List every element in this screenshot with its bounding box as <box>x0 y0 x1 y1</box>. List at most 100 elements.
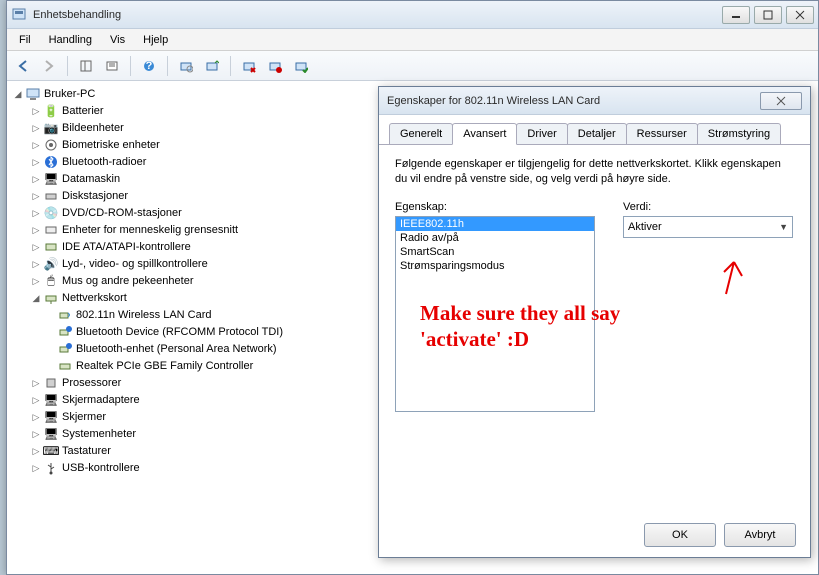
tree-root-label: Bruker-PC <box>44 88 95 100</box>
expand-icon[interactable]: ▷ <box>31 395 41 405</box>
camera-icon: 📷 <box>43 120 59 136</box>
tree-item-label: Lyd-, video- og spillkontrollere <box>62 258 208 270</box>
tab-power[interactable]: Strømstyring <box>697 123 781 144</box>
ide-icon <box>43 239 59 255</box>
tree-child-label: 802.11n Wireless LAN Card <box>76 309 212 321</box>
tree-child-label: Realtek PCIe GBE Family Controller <box>76 360 253 372</box>
display-adapter-icon: 🖥 <box>43 392 59 408</box>
expand-icon[interactable]: ▷ <box>31 463 41 473</box>
expand-icon[interactable]: ▷ <box>31 242 41 252</box>
tree-item-label: Bildeenheter <box>62 122 124 134</box>
usb-icon <box>43 460 59 476</box>
toolbar-separator <box>230 56 231 76</box>
expand-icon[interactable]: ▷ <box>31 123 41 133</box>
expand-icon[interactable]: ▷ <box>31 276 41 286</box>
forward-button[interactable] <box>37 54 61 78</box>
dialog-title: Egenskaper for 802.11n Wireless LAN Card <box>387 95 760 107</box>
audio-icon: 🔊 <box>43 256 59 272</box>
tab-resources[interactable]: Ressurser <box>626 123 698 144</box>
cancel-button[interactable]: Avbryt <box>724 523 796 547</box>
system-device-icon: 🖥 <box>43 426 59 442</box>
tab-advanced[interactable]: Avansert <box>452 123 517 145</box>
minimize-button[interactable] <box>722 6 750 24</box>
tab-body: Følgende egenskaper er tilgjengelig for … <box>379 145 810 424</box>
properties-button[interactable] <box>100 54 124 78</box>
dialog-close-button[interactable] <box>760 92 802 110</box>
hid-icon <box>43 222 59 238</box>
expand-icon[interactable]: ▷ <box>31 259 41 269</box>
tree-item-label: Enheter for menneskelig grensesnitt <box>62 224 238 236</box>
expand-icon[interactable]: ▷ <box>31 208 41 218</box>
close-button[interactable] <box>786 6 814 24</box>
menubar: Fil Handling Vis Hjelp <box>7 29 818 51</box>
keyboard-icon: ⌨ <box>43 443 59 459</box>
expand-icon[interactable]: ▷ <box>31 140 41 150</box>
dialog-button-row: OK Avbryt <box>644 523 796 547</box>
cpu-icon <box>43 375 59 391</box>
list-item[interactable]: Strømsparingsmodus <box>396 259 594 273</box>
ethernet-card-icon <box>57 358 73 374</box>
tree-item-label: Mus og andre pekeenheter <box>62 275 193 287</box>
value-combobox[interactable]: Aktiver ▼ <box>623 216 793 238</box>
collapse-icon[interactable]: ◢ <box>13 89 23 99</box>
menu-file[interactable]: Fil <box>11 32 39 48</box>
back-button[interactable] <box>11 54 35 78</box>
computer-icon <box>25 86 41 102</box>
expand-icon[interactable]: ▷ <box>31 446 41 456</box>
tab-details[interactable]: Detaljer <box>567 123 627 144</box>
tree-item-label: Skjermadaptere <box>62 394 140 406</box>
menu-view[interactable]: Vis <box>102 32 133 48</box>
list-item[interactable]: IEEE802.11h <box>396 217 594 231</box>
menu-help[interactable]: Hjelp <box>135 32 176 48</box>
toolbar-separator <box>167 56 168 76</box>
menu-action[interactable]: Handling <box>41 32 100 48</box>
show-hide-tree-button[interactable] <box>74 54 98 78</box>
tree-item-label: USB-kontrollere <box>62 462 140 474</box>
property-listbox[interactable]: IEEE802.11h Radio av/på SmartScan Strøms… <box>395 216 595 412</box>
bluetooth-device-icon <box>57 324 73 340</box>
expand-icon[interactable]: ▷ <box>31 157 41 167</box>
tree-item-label: DVD/CD-ROM-stasjoner <box>62 207 182 219</box>
expand-icon[interactable]: ▷ <box>31 412 41 422</box>
bluetooth-icon <box>43 154 59 170</box>
tree-child-label: Bluetooth-enhet (Personal Area Network) <box>76 343 277 355</box>
collapse-icon[interactable]: ◢ <box>31 293 41 303</box>
svg-text:?: ? <box>146 60 153 72</box>
disable-button[interactable] <box>263 54 287 78</box>
properties-dialog: Egenskaper for 802.11n Wireless LAN Card… <box>378 86 811 558</box>
tree-child-label: Bluetooth Device (RFCOMM Protocol TDI) <box>76 326 283 338</box>
tree-item-label: Systemenheter <box>62 428 136 440</box>
combo-value: Aktiver <box>628 221 662 233</box>
window-title: Enhetsbehandling <box>33 9 722 21</box>
mouse-icon: 🖱 <box>43 273 59 289</box>
tab-driver[interactable]: Driver <box>516 123 567 144</box>
toolbar-separator <box>130 56 131 76</box>
list-item[interactable]: SmartScan <box>396 245 594 259</box>
maximize-button[interactable] <box>754 6 782 24</box>
help-button[interactable]: ? <box>137 54 161 78</box>
monitor-icon: 🖥 <box>43 409 59 425</box>
expand-icon[interactable]: ▷ <box>31 378 41 388</box>
scan-hardware-button[interactable] <box>174 54 198 78</box>
expand-icon[interactable]: ▷ <box>31 106 41 116</box>
list-item[interactable]: Radio av/på <box>396 231 594 245</box>
network-icon <box>43 290 59 306</box>
tree-item-label: Batterier <box>62 105 104 117</box>
disk-icon <box>43 188 59 204</box>
uninstall-button[interactable] <box>237 54 261 78</box>
dialog-titlebar: Egenskaper for 802.11n Wireless LAN Card <box>379 87 810 115</box>
main-titlebar: Enhetsbehandling <box>7 1 818 29</box>
tree-item-label: Skjermer <box>62 411 106 423</box>
ok-button[interactable]: OK <box>644 523 716 547</box>
tab-general[interactable]: Generelt <box>389 123 453 144</box>
expand-icon[interactable]: ▷ <box>31 174 41 184</box>
optical-drive-icon: 💿 <box>43 205 59 221</box>
enable-button[interactable] <box>289 54 313 78</box>
expand-icon[interactable]: ▷ <box>31 191 41 201</box>
update-driver-button[interactable] <box>200 54 224 78</box>
property-label: Egenskap: <box>395 201 595 213</box>
battery-icon: 🔋 <box>43 103 59 119</box>
expand-icon[interactable]: ▷ <box>31 225 41 235</box>
expand-icon[interactable]: ▷ <box>31 429 41 439</box>
app-icon <box>11 7 27 23</box>
